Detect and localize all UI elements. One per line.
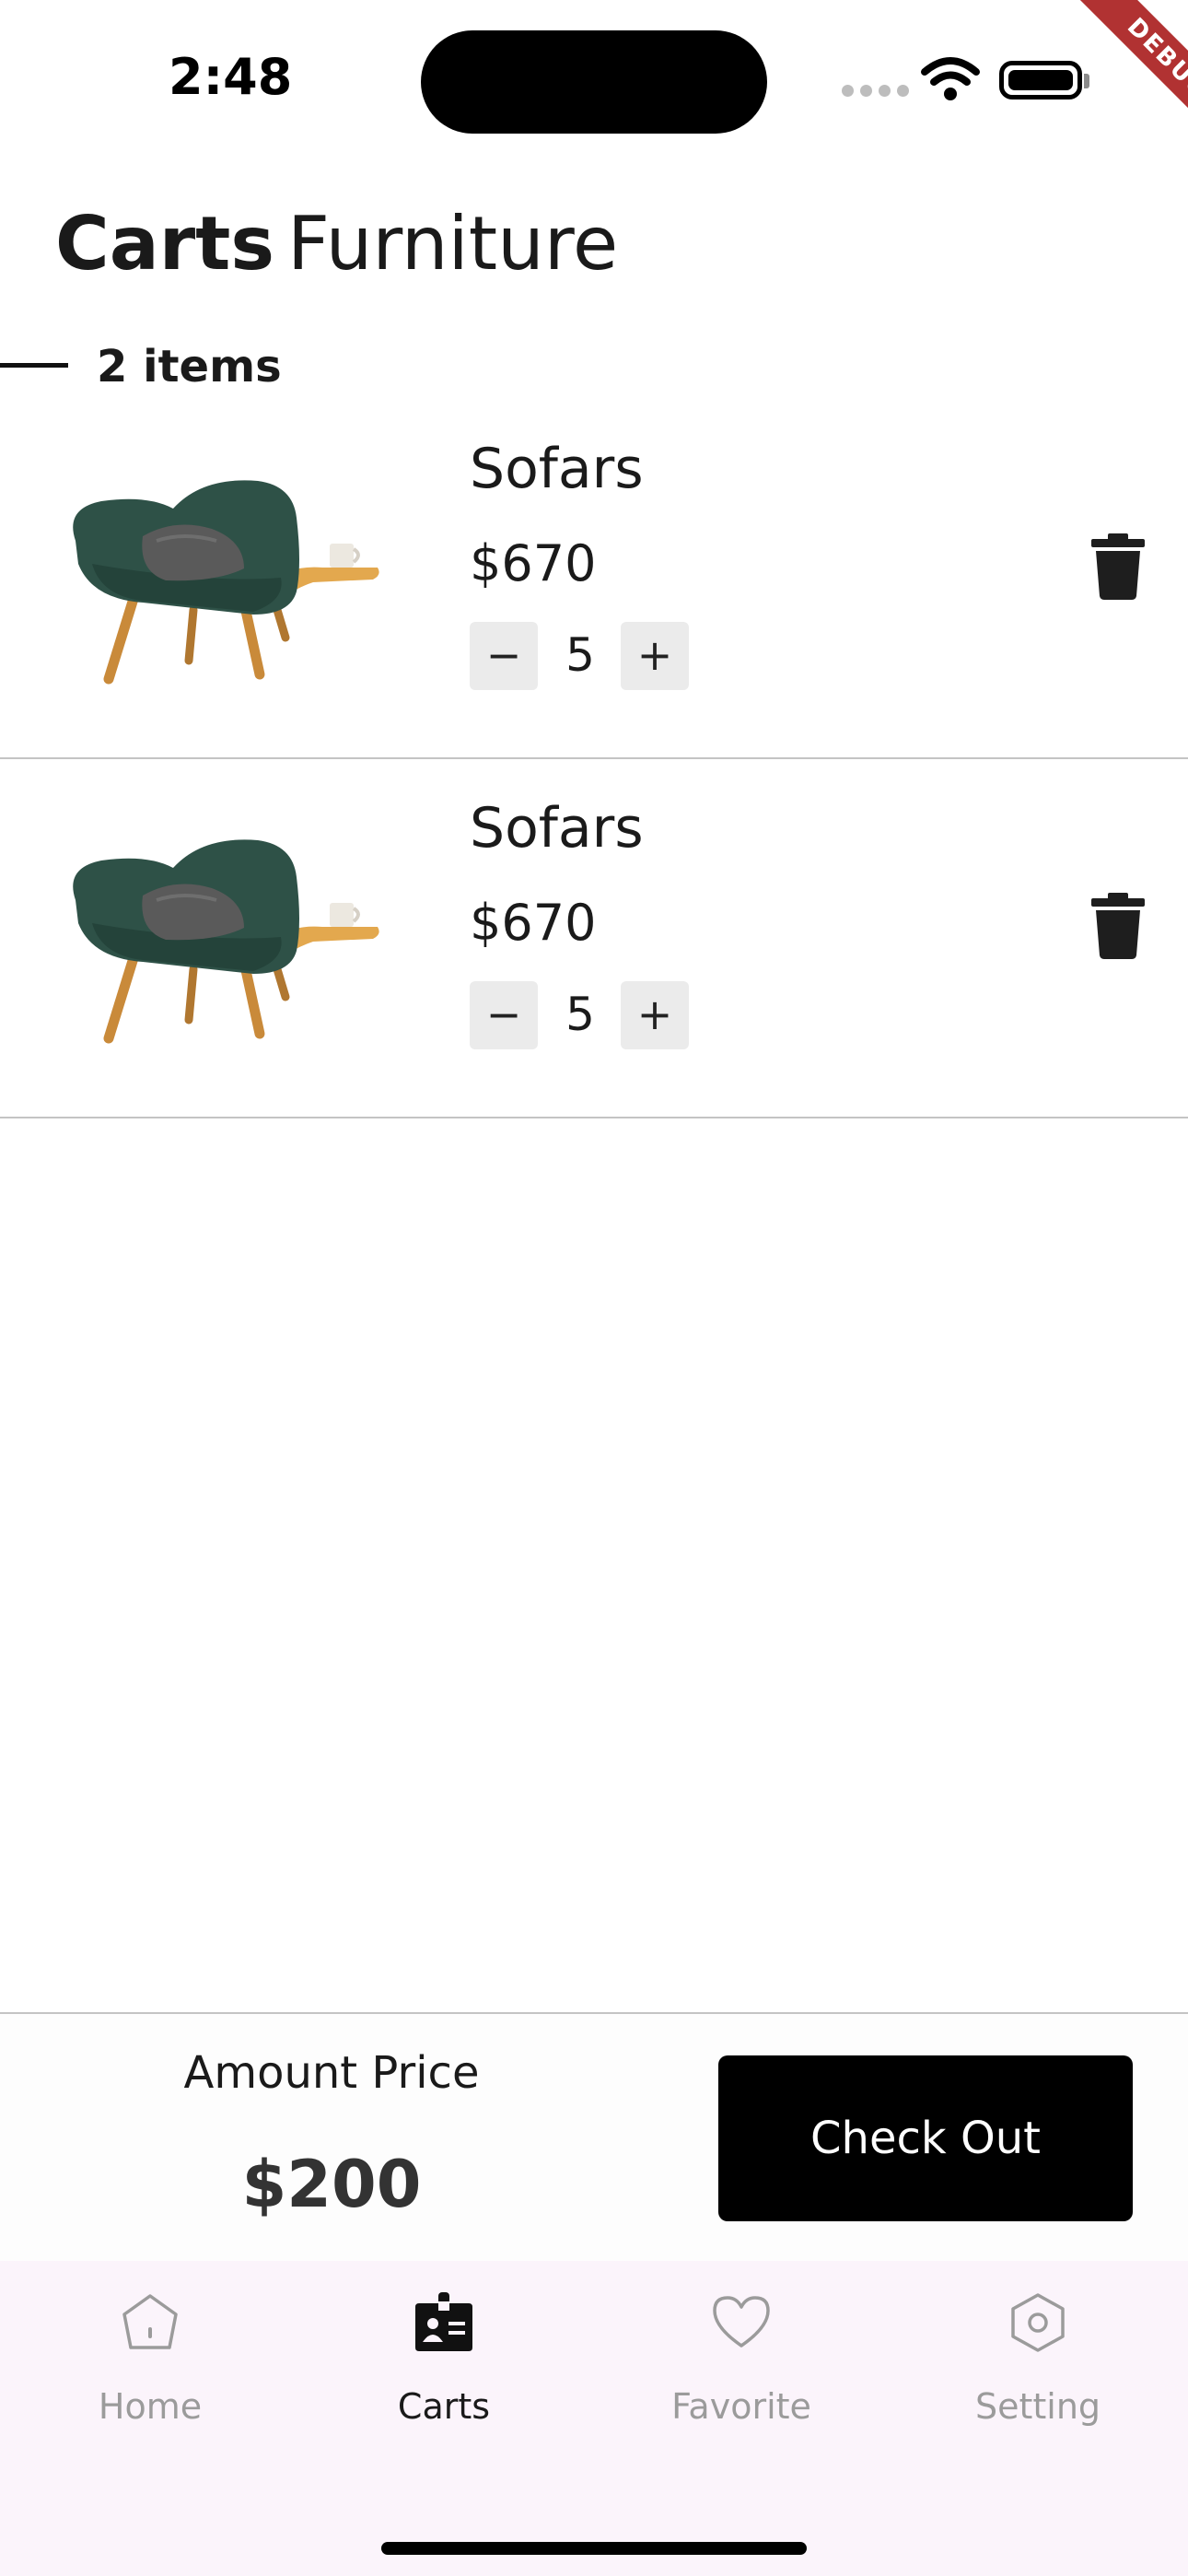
home-icon	[122, 2294, 178, 2349]
tab-label: Home	[98, 2386, 203, 2427]
increase-quantity-button[interactable]: +	[621, 981, 689, 1049]
settings-icon	[1011, 2293, 1065, 2352]
quantity-value: 5	[565, 988, 595, 1041]
amount-value: $200	[241, 2147, 422, 2222]
page-title-bold: Carts	[55, 201, 275, 287]
page-title-light: Furniture	[287, 201, 619, 287]
tab-carts[interactable]: Carts	[296, 2290, 592, 2427]
cellular-signal-icon	[842, 85, 909, 97]
heart-icon	[713, 2296, 770, 2348]
debug-label: DEBUG	[1068, 0, 1188, 157]
tab-label: Favorite	[671, 2386, 811, 2427]
item-count: 2 items	[97, 341, 282, 392]
item-count-line	[0, 363, 68, 368]
item-name: Sofars	[470, 796, 644, 861]
cart-item: Sofars $670 − 5 +	[0, 757, 1188, 1118]
cart-item: Sofars $670 − 5 +	[0, 398, 1188, 759]
status-time: 2:48	[169, 48, 293, 106]
debug-banner: DEBUG	[1031, 0, 1188, 157]
page-title: Carts Furniture	[55, 201, 618, 287]
trash-icon[interactable]	[1091, 893, 1145, 959]
tab-label: Carts	[397, 2386, 491, 2427]
amount-label: Amount Price	[183, 2047, 480, 2099]
decrease-quantity-button[interactable]: −	[470, 622, 538, 690]
trash-icon[interactable]	[1091, 533, 1145, 600]
decrease-quantity-button[interactable]: −	[470, 981, 538, 1049]
armchair-image	[73, 839, 379, 1044]
checkout-button[interactable]: Check Out	[718, 2055, 1133, 2221]
tab-favorite[interactable]: Favorite	[593, 2290, 890, 2427]
tab-setting[interactable]: Setting	[890, 2290, 1186, 2427]
armchair-image	[73, 480, 379, 685]
quantity-value: 5	[565, 628, 595, 682]
home-indicator[interactable]	[381, 2542, 807, 2555]
badge-icon	[415, 2292, 472, 2351]
item-name: Sofars	[470, 437, 644, 501]
item-price: $670	[470, 894, 597, 952]
dynamic-island	[421, 30, 767, 134]
tab-label: Setting	[974, 2386, 1101, 2427]
increase-quantity-button[interactable]: +	[621, 622, 689, 690]
tab-home[interactable]: Home	[2, 2290, 298, 2427]
wifi-icon	[921, 57, 980, 100]
item-price: $670	[470, 534, 597, 592]
